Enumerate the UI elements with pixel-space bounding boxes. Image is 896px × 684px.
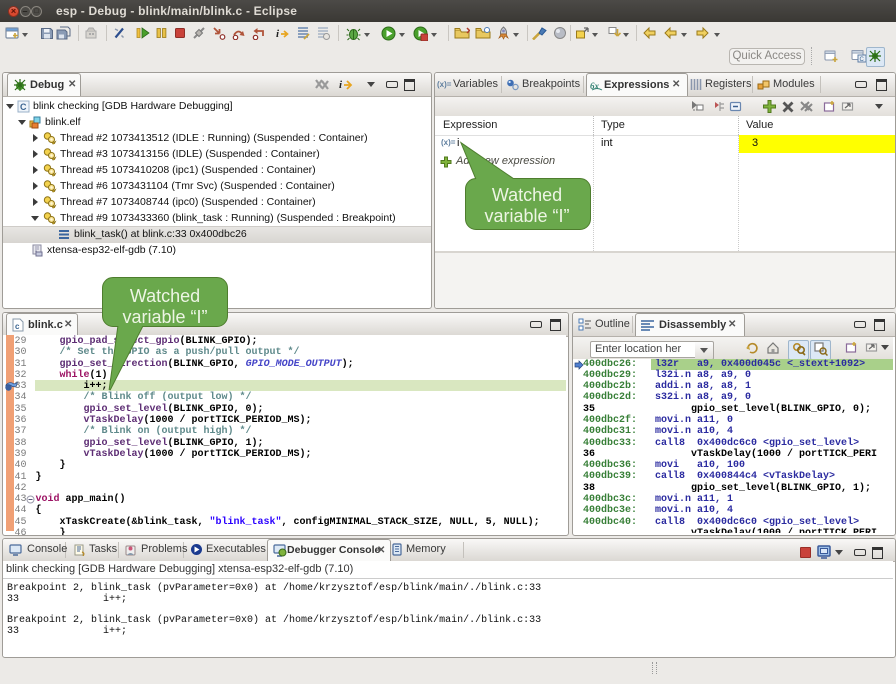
svg-text:6x: 6x [590, 81, 600, 91]
svg-text:i: i [276, 28, 280, 40]
svg-text:c: c [15, 322, 20, 331]
svg-text:C: C [860, 57, 865, 63]
svg-text:C: C [20, 102, 27, 112]
svg-text:i: i [339, 79, 343, 91]
